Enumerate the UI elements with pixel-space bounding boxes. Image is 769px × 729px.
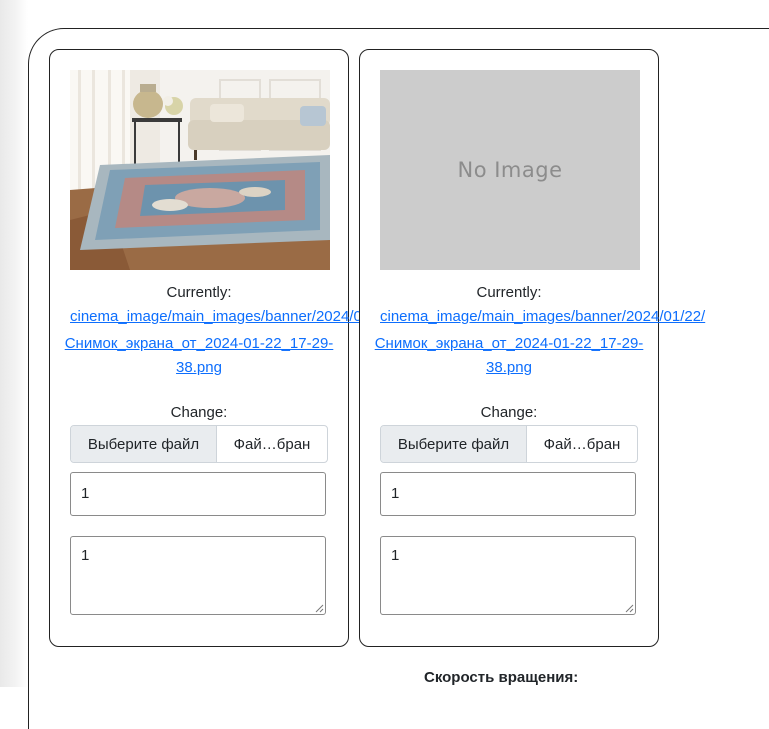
file-input[interactable]: Выберите файл Фай…бран: [380, 425, 638, 463]
text-area-value: 1: [81, 547, 90, 564]
text-area-value: 1: [391, 547, 400, 564]
banner-card-1: Currently: cinema_image/main_images/bann…: [49, 49, 395, 647]
file-input[interactable]: Выберите файл Фай…бран: [70, 425, 328, 463]
banner-card-2: No Image Currently: cinema_image/main_im…: [359, 49, 705, 647]
change-label: Change:: [170, 404, 228, 421]
currently-label: Currently:: [476, 284, 542, 301]
resize-grip-icon[interactable]: [315, 604, 324, 613]
rotation-speed-label: Скорость вращения:: [424, 669, 579, 686]
choose-file-button[interactable]: Выберите файл: [381, 426, 527, 462]
text-area[interactable]: 1: [70, 536, 326, 615]
order-input[interactable]: 1: [380, 472, 636, 516]
choose-file-button[interactable]: Выберите файл: [71, 426, 217, 462]
left-gutter: [0, 0, 28, 687]
file-status: Фай…бран: [543, 435, 621, 453]
order-input[interactable]: 1: [70, 472, 326, 516]
text-area[interactable]: 1: [380, 536, 636, 615]
current-file-link[interactable]: cinema_image/main_images/banner/2024/01/…: [70, 308, 395, 325]
carpet-photo: [70, 70, 330, 270]
no-image-placeholder: No Image: [380, 70, 640, 270]
current-file-link[interactable]: cinema_image/main_images/banner/2024/01/…: [380, 308, 705, 325]
resize-grip-icon[interactable]: [625, 604, 634, 613]
change-label: Change:: [480, 404, 538, 421]
file-status: Фай…бран: [233, 435, 311, 453]
currently-label: Currently:: [166, 284, 232, 301]
current-file-link-cont[interactable]: Снимок_экрана_от_2024-01-22_17-29-38.png: [50, 332, 348, 380]
banner-image-preview: [70, 70, 330, 270]
current-file-link-cont[interactable]: Снимок_экрана_от_2024-01-22_17-29-38.png: [360, 332, 658, 380]
